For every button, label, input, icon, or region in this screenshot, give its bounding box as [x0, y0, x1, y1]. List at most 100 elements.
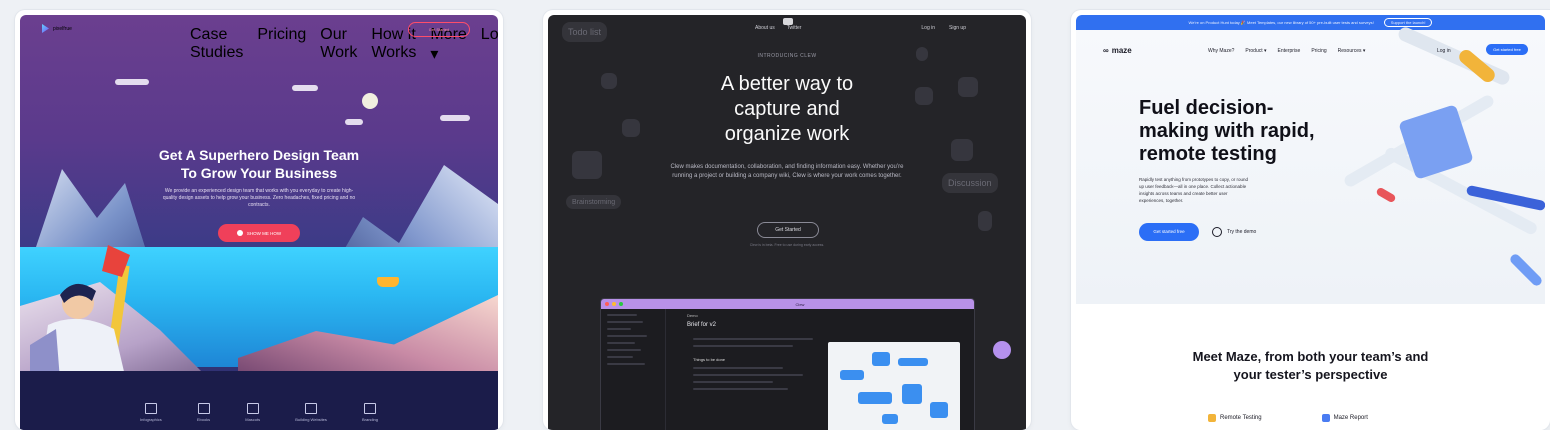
sidebar-line	[607, 349, 641, 351]
top-link[interactable]: About us	[755, 25, 775, 31]
sidebar-line	[607, 328, 631, 330]
sidebar-line	[607, 363, 645, 365]
close-dot-icon	[605, 302, 609, 306]
nav-cta-button[interactable]: Get Started	[408, 22, 470, 37]
service-label: Building Websites	[295, 417, 327, 422]
signup-link[interactable]: Sign up	[949, 25, 966, 31]
floating-todo-pill: Todo list	[562, 22, 608, 42]
hero-subtext: Rapidly test anything from prototypes to…	[1139, 177, 1248, 203]
cloud-illustration	[292, 85, 318, 91]
nav-item[interactable]: Resources ▾	[1338, 48, 1366, 54]
maximize-dot-icon	[619, 302, 623, 306]
show-me-how-button[interactable]: SHOW ME HOW	[218, 224, 300, 242]
demo-label: Try the demo	[1227, 229, 1257, 235]
try-demo-link[interactable]: Try the demo	[1212, 227, 1256, 237]
floating-discussion-pill: Discussion	[942, 173, 998, 193]
branding-icon	[363, 403, 376, 414]
chat-bubble-icon[interactable]	[993, 341, 1011, 359]
cloud-illustration	[115, 79, 149, 85]
headline-line: Get A Superhero Design Team	[158, 147, 360, 163]
report-icon	[1321, 414, 1330, 422]
get-started-button[interactable]: Get Started	[757, 222, 819, 238]
template-card-clew[interactable]: About us Twitter Log in Sign up Todo lis…	[543, 10, 1031, 430]
nav-item[interactable]: Pricing	[1311, 48, 1326, 54]
hero-headline: Get A Superhero Design Team To Grow Your …	[20, 146, 498, 182]
sidebar-line	[607, 342, 635, 344]
sidebar-line	[607, 335, 647, 337]
headline-line: capture and	[734, 98, 840, 120]
maze-logo-icon: ∞	[1103, 46, 1109, 55]
section-title-line: your tester’s perspective	[1233, 367, 1388, 382]
banner-button[interactable]: Support the launch!	[1383, 18, 1433, 27]
template-card-maze[interactable]: We’re on Product Hunt today 🎉 Meet Templ…	[1071, 10, 1550, 430]
sidebar-line	[607, 321, 643, 323]
clew-site-preview: About us Twitter Log in Sign up Todo lis…	[548, 15, 1026, 430]
feature-tabs: Remote Testing Maze Report	[1208, 414, 1368, 422]
logo-text: maze	[1111, 46, 1132, 55]
nav-item[interactable]: Enterprise	[1278, 48, 1301, 54]
maze-site-preview: We’re on Product Hunt today 🎉 Meet Templ…	[1076, 15, 1545, 430]
floating-brainstorm-pill: Brainstorming	[566, 195, 622, 209]
site-logo: pixelfrue	[42, 24, 72, 33]
nav-item[interactable]: Our Work	[320, 26, 357, 64]
app-sidebar	[601, 309, 666, 430]
cloud-illustration	[440, 115, 470, 121]
top-link[interactable]: Twitter	[787, 25, 802, 31]
pill-label: Brainstorming	[572, 198, 616, 206]
sidebar-line	[607, 356, 633, 358]
shape-illustration	[840, 370, 864, 380]
tab-label: Maze Report	[1333, 415, 1368, 421]
nav-item[interactable]: Product ▾	[1245, 48, 1266, 54]
service-item[interactable]: Mascots	[245, 403, 260, 422]
beta-note: Clew is in beta. Free to use during earl…	[749, 243, 825, 247]
doc-line	[693, 381, 773, 383]
app-preview-window: Clew Demo Brief for v2 Things to be done	[600, 298, 975, 430]
app-doc-name: Demo	[687, 313, 698, 318]
nav-cta-button[interactable]: Get started free	[1486, 44, 1528, 55]
floating-app-icon	[978, 211, 992, 231]
login-link[interactable]: Log in	[921, 25, 935, 31]
doc-body: Things to be done	[687, 333, 817, 395]
ebook-icon	[197, 403, 210, 414]
announcement-banner: We’re on Product Hunt today 🎉 Meet Templ…	[1076, 15, 1545, 30]
service-item[interactable]: Infographics	[140, 403, 162, 422]
nav-item[interactable]: Why Maze?	[1208, 48, 1234, 54]
service-label: Infographics	[140, 417, 162, 422]
section-title-line: Meet Maze, from both your team’s and	[1192, 349, 1429, 364]
doc-title: Brief for v2	[687, 322, 717, 328]
service-item[interactable]: Building Websites	[295, 403, 327, 422]
sidebar-line	[607, 314, 637, 316]
minimize-dot-icon	[612, 302, 616, 306]
shape-illustration	[882, 414, 898, 424]
shape-illustration	[930, 402, 948, 418]
headline-line: remote testing	[1139, 143, 1277, 165]
login-link[interactable]: Log in	[1437, 48, 1451, 54]
shape-illustration	[858, 392, 892, 404]
tab-label: Remote Testing	[1220, 415, 1262, 421]
clew-logo-icon	[783, 18, 793, 25]
hero-headline: A better way to capture and organize work	[548, 72, 1026, 147]
headline-line: organize work	[724, 123, 850, 145]
website-icon	[305, 403, 318, 414]
service-label: Branding	[361, 417, 378, 422]
floating-app-icon	[572, 151, 602, 179]
doc-line	[693, 367, 783, 369]
tab-remote-testing[interactable]: Remote Testing	[1208, 414, 1262, 422]
services-list: Infographics Ebooks Mascots Building Web…	[140, 403, 378, 422]
top-links: About us Twitter	[755, 25, 801, 31]
tab-maze-report[interactable]: Maze Report	[1321, 414, 1368, 422]
shape-illustration	[898, 358, 928, 366]
maze-logo: ∞ maze	[1103, 46, 1132, 55]
service-item[interactable]: Ebooks	[197, 403, 210, 422]
window-titlebar: Clew	[601, 299, 974, 309]
service-item[interactable]: Branding	[362, 403, 378, 422]
headline-line: making with rapid,	[1139, 120, 1315, 142]
get-started-button[interactable]: Get started free	[1139, 223, 1199, 241]
nav-item[interactable]: Login	[481, 26, 498, 64]
play-icon	[236, 230, 243, 236]
template-card-superhero[interactable]: pixelfrue Case Studies Pricing Our Work …	[15, 10, 503, 430]
hero-subtext: We provide an experienced design team th…	[162, 188, 356, 208]
nav-item[interactable]: Pricing	[257, 26, 306, 64]
superhero-illustration	[30, 245, 130, 380]
nav-item[interactable]: Case Studies	[190, 26, 243, 64]
